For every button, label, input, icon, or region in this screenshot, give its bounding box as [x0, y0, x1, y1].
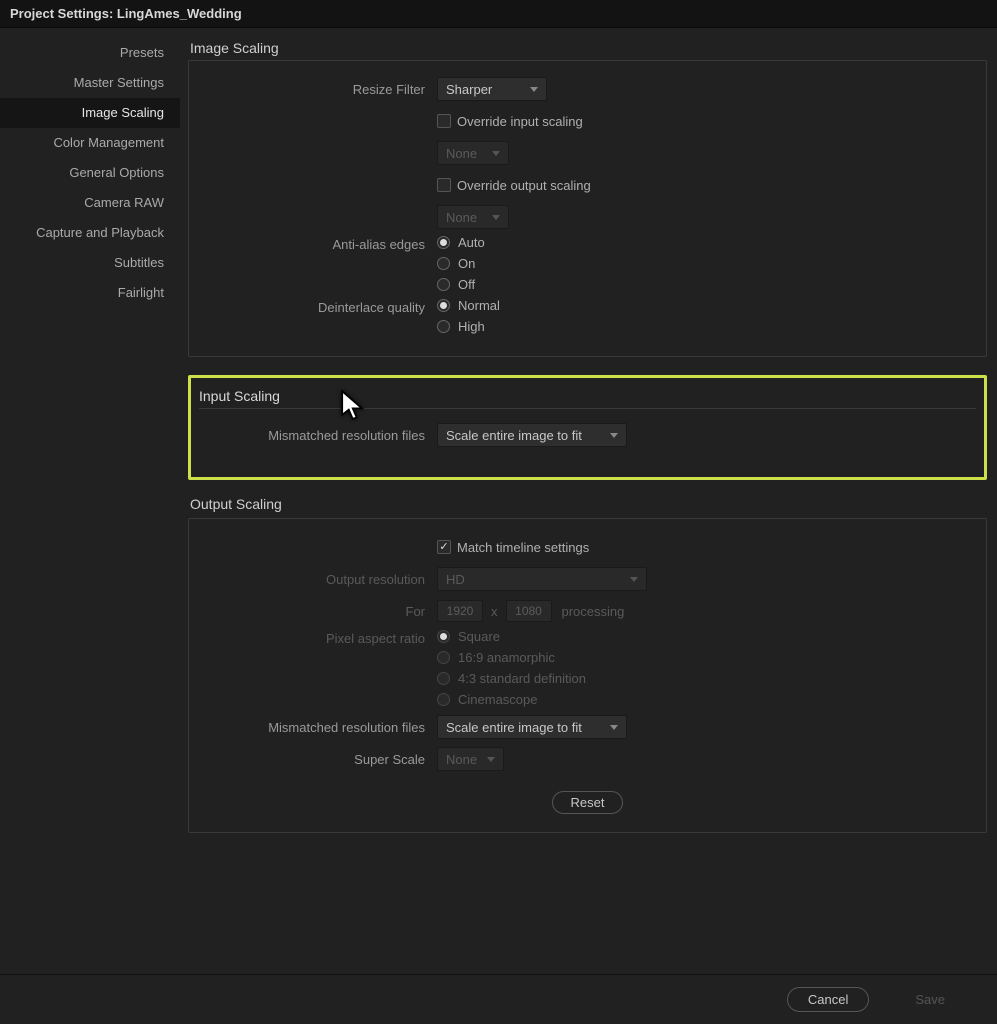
override-output-scaling-label: Override output scaling	[457, 178, 591, 193]
super-scale-label: Super Scale	[199, 752, 437, 767]
output-mismatched-value: Scale entire image to fit	[446, 720, 582, 735]
input-mismatched-dropdown[interactable]: Scale entire image to fit	[437, 423, 627, 447]
chevron-down-icon	[530, 87, 538, 92]
sidebar-item-general-options[interactable]: General Options	[0, 158, 180, 188]
settings-content: Image Scaling Resize Filter Sharper Over…	[180, 28, 997, 974]
sidebar-item-capture-playback[interactable]: Capture and Playback	[0, 218, 180, 248]
window-titlebar: Project Settings: LingAmes_Wedding	[0, 0, 997, 28]
pixel-aspect-cinemascope-label: Cinemascope	[458, 692, 538, 707]
pixel-aspect-cinemascope-radio	[437, 693, 450, 706]
override-input-scaling-label: Override input scaling	[457, 114, 583, 129]
processing-label: processing	[562, 604, 625, 619]
output-mismatched-label: Mismatched resolution files	[199, 720, 437, 735]
dialog-footer: Cancel Save	[0, 974, 997, 1024]
chevron-down-icon	[487, 757, 495, 762]
anti-alias-auto-label: Auto	[458, 235, 485, 250]
output-resolution-value: HD	[446, 572, 465, 587]
resize-filter-dropdown[interactable]: Sharper	[437, 77, 547, 101]
input-scaling-panel: Input Scaling Mismatched resolution file…	[188, 375, 987, 480]
super-scale-dropdown: None	[437, 747, 504, 771]
pixel-aspect-square-radio	[437, 630, 450, 643]
pixel-aspect-43-radio	[437, 672, 450, 685]
override-input-scaling-dropdown: None	[437, 141, 509, 165]
override-output-value: None	[446, 210, 477, 225]
sidebar-item-color-management[interactable]: Color Management	[0, 128, 180, 158]
override-output-scaling-checkbox[interactable]	[437, 178, 451, 192]
pixel-aspect-label: Pixel aspect ratio	[199, 629, 437, 646]
sidebar-item-image-scaling[interactable]: Image Scaling	[0, 98, 180, 128]
output-width-field: 1920	[437, 600, 483, 622]
sidebar-item-fairlight[interactable]: Fairlight	[0, 278, 180, 308]
anti-alias-label: Anti-alias edges	[199, 235, 437, 252]
output-resolution-dropdown: HD	[437, 567, 647, 591]
anti-alias-on-radio[interactable]	[437, 257, 450, 270]
chevron-down-icon	[610, 433, 618, 438]
deinterlace-high-label: High	[458, 319, 485, 334]
resize-filter-label: Resize Filter	[199, 82, 437, 97]
super-scale-value: None	[446, 752, 477, 767]
input-mismatched-label: Mismatched resolution files	[199, 428, 437, 443]
anti-alias-off-radio[interactable]	[437, 278, 450, 291]
chevron-down-icon	[610, 725, 618, 730]
pixel-aspect-169-label: 16:9 anamorphic	[458, 650, 555, 665]
for-label: For	[199, 604, 437, 619]
output-mismatched-dropdown[interactable]: Scale entire image to fit	[437, 715, 627, 739]
chevron-down-icon	[492, 151, 500, 156]
resize-filter-value: Sharper	[446, 82, 492, 97]
override-output-scaling-dropdown: None	[437, 205, 509, 229]
deinterlace-high-radio[interactable]	[437, 320, 450, 333]
override-input-value: None	[446, 146, 477, 161]
override-input-scaling-checkbox[interactable]	[437, 114, 451, 128]
match-timeline-checkbox[interactable]	[437, 540, 451, 554]
save-button: Save	[895, 988, 965, 1011]
output-scaling-panel: Match timeline settings Output resolutio…	[188, 518, 987, 833]
deinterlace-label: Deinterlace quality	[199, 298, 437, 315]
chevron-down-icon	[630, 577, 638, 582]
output-height-field: 1080	[506, 600, 552, 622]
cancel-button[interactable]: Cancel	[787, 987, 869, 1012]
pixel-aspect-43-label: 4:3 standard definition	[458, 671, 586, 686]
pixel-aspect-169-radio	[437, 651, 450, 664]
sidebar-item-camera-raw[interactable]: Camera RAW	[0, 188, 180, 218]
deinterlace-normal-radio[interactable]	[437, 299, 450, 312]
deinterlace-normal-label: Normal	[458, 298, 500, 313]
input-scaling-header: Input Scaling	[199, 388, 976, 409]
window-title-prefix: Project Settings:	[10, 6, 117, 21]
output-resolution-label: Output resolution	[199, 572, 437, 587]
anti-alias-auto-radio[interactable]	[437, 236, 450, 249]
chevron-down-icon	[492, 215, 500, 220]
dimension-x: x	[491, 604, 498, 619]
match-timeline-label: Match timeline settings	[457, 540, 589, 555]
reset-button[interactable]: Reset	[552, 791, 624, 814]
input-mismatched-value: Scale entire image to fit	[446, 428, 582, 443]
sidebar-item-subtitles[interactable]: Subtitles	[0, 248, 180, 278]
image-scaling-panel: Resize Filter Sharper Override input sca…	[188, 60, 987, 357]
window-project-name: LingAmes_Wedding	[117, 6, 242, 21]
settings-sidebar: Presets Master Settings Image Scaling Co…	[0, 28, 180, 974]
sidebar-item-master-settings[interactable]: Master Settings	[0, 68, 180, 98]
anti-alias-on-label: On	[458, 256, 475, 271]
page-title: Image Scaling	[188, 40, 987, 56]
output-scaling-header: Output Scaling	[188, 496, 987, 512]
pixel-aspect-square-label: Square	[458, 629, 500, 644]
anti-alias-off-label: Off	[458, 277, 475, 292]
sidebar-item-presets[interactable]: Presets	[0, 38, 180, 68]
